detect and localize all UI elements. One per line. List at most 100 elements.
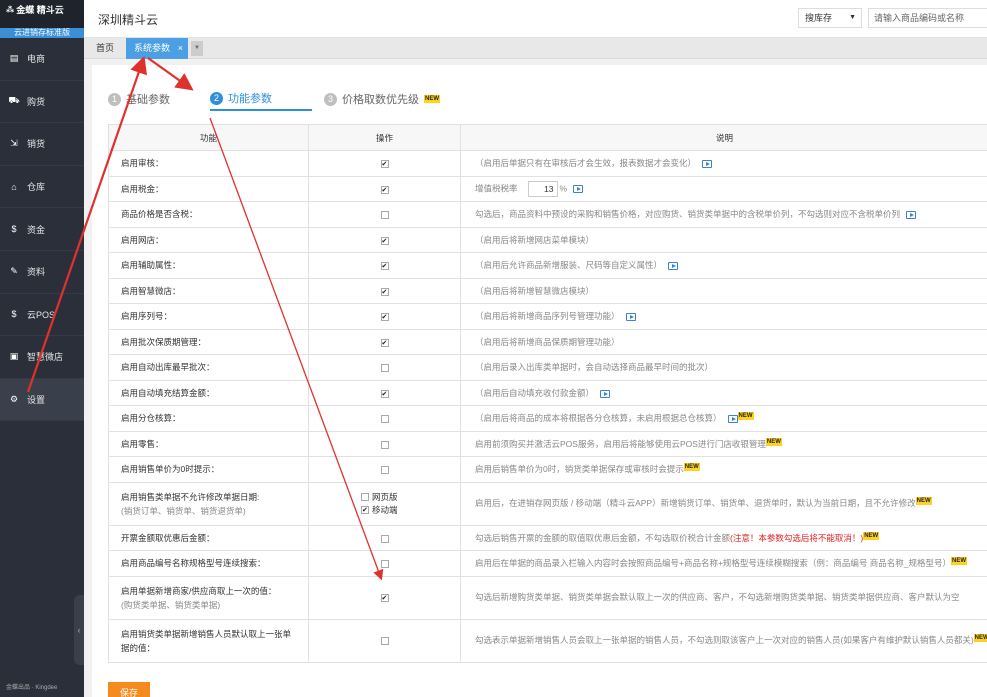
- operation-cell: [308, 201, 461, 228]
- video-icon[interactable]: [600, 389, 611, 398]
- function-label: 启用分仓核算：: [121, 413, 181, 424]
- description-cell: 启用后在单据的商品录入栏输入内容时会按照商品编号+商品名称+规格型号连续模糊搜索…: [460, 550, 987, 577]
- table-row: 商品价格是否含税： 勾选后，商品资料中预设的采购和销售价格，对应购货、销货类单据中…: [108, 201, 987, 228]
- checkbox[interactable]: [380, 211, 389, 219]
- description-text: 勾选后销售开票的金额的取值取优惠后金额，不勾选取价税合计金额: [475, 532, 731, 543]
- function-cell: 启用税金：: [108, 175, 309, 202]
- sidebar-item-label: 购货: [27, 96, 46, 107]
- table-row: 开票金额取优惠后金额： 勾选后销售开票的金额的取值取优惠后金额，不勾选取价税合计金…: [108, 524, 987, 551]
- checkbox[interactable]: [380, 338, 389, 347]
- function-cell: 启用智慧微店：: [108, 277, 309, 304]
- column-header-operation: 操作: [308, 124, 461, 151]
- table-row: 启用智慧微店： （启用后将新增智慧微店模块）: [108, 277, 987, 304]
- function-label: 启用销售单价为0时提示：: [121, 464, 220, 475]
- checkbox[interactable]: [380, 637, 389, 646]
- table-row: 启用辅助属性： （启用后允许商品新增服装、尺码等自定义属性）: [108, 252, 987, 279]
- new-badge: NEW: [973, 634, 987, 642]
- function-cell: 启用商品编号名称规格型号连续搜索：: [108, 550, 309, 577]
- description-text: 启用后在单据的商品录入栏输入内容时会按照商品编号+商品名称+规格型号连续模糊搜索…: [475, 558, 952, 569]
- sidebar-item-0[interactable]: ▤ 电商: [0, 38, 84, 81]
- checkbox[interactable]: [361, 506, 369, 514]
- checkbox[interactable]: [380, 287, 389, 296]
- save-button[interactable]: 保存: [108, 682, 150, 697]
- video-icon[interactable]: [625, 313, 636, 321]
- checkbox[interactable]: [380, 389, 389, 398]
- operation-cell: [308, 456, 461, 483]
- sidebar-item-6[interactable]: $ 云POS: [0, 294, 84, 337]
- tax-label: 增值税税率: [475, 183, 518, 193]
- function-label: 启用自动填充结算金额：: [121, 387, 215, 398]
- sidebar-item-7[interactable]: ▣ 智慧微店: [0, 336, 84, 379]
- checkbox[interactable]: [380, 313, 389, 321]
- checkbox[interactable]: [380, 364, 389, 372]
- description-text: 启用后，在进销存网页版 / 移动端（精斗云APP）新增销货订单、销货单、退货单时…: [475, 498, 916, 508]
- sidebar-item-3[interactable]: ⌂ 仓库: [0, 166, 84, 209]
- checkbox[interactable]: [380, 534, 389, 543]
- function-label: 商品价格是否含税：: [121, 209, 198, 220]
- checkbox[interactable]: [380, 262, 389, 270]
- operation-cell: [308, 430, 461, 457]
- description-text: （启用后将新增商品保质期管理功能）: [475, 336, 620, 347]
- video-icon[interactable]: [668, 262, 679, 270]
- tax-rate-input[interactable]: 13: [527, 180, 558, 197]
- warning-text: (注意！本参数勾选后将不能取消！): [730, 532, 864, 543]
- checkbox[interactable]: [380, 560, 389, 568]
- video-icon[interactable]: [906, 211, 917, 219]
- content-area: 1 基础参数 2 功能参数 3 价格取数优先级 NEW 功能 操作 说明 启用审核： （启…: [84, 59, 987, 697]
- step-tabs: 1 基础参数 2 功能参数 3 价格取数优先级 NEW: [108, 87, 808, 111]
- company-name: 深圳精斗云: [98, 13, 159, 27]
- step-label: 功能参数: [228, 93, 272, 105]
- close-icon[interactable]: ×: [178, 38, 183, 59]
- function-cell: 启用序列号：: [108, 303, 309, 330]
- video-icon[interactable]: [573, 184, 584, 193]
- function-cell: 启用销货类单据新增销售人员默认取上一张单据的值：: [108, 618, 309, 663]
- search-type-select[interactable]: 搜库存 ▼: [798, 8, 862, 28]
- checkbox[interactable]: [361, 493, 369, 501]
- option-label: 网页版: [372, 491, 398, 502]
- sidebar-item-2[interactable]: ⇲ 销货: [0, 123, 84, 166]
- tab-more-icon[interactable]: ▼: [191, 41, 203, 56]
- new-badge: NEW: [915, 497, 932, 505]
- checkbox[interactable]: [380, 160, 389, 168]
- step-label: 价格取数优先级: [342, 94, 419, 106]
- description-cell: 勾选表示单据新增销售人员会取上一张单据的销售人员，不勾选则取该客户上一次对应的销…: [460, 618, 987, 663]
- operation-cell: [308, 175, 461, 202]
- gear-icon: ⚙: [9, 394, 19, 405]
- description-cell: （启用后录入出库类单据时，会自动选择商品最早时间的批次）: [460, 354, 987, 381]
- checkbox[interactable]: [380, 185, 389, 194]
- operation-cell: [308, 405, 461, 432]
- step-price-priority[interactable]: 3 价格取数优先级 NEW: [324, 87, 440, 111]
- function-label: 启用单据新增商家/供应商取上一次的值：: [121, 585, 277, 596]
- search-input[interactable]: 请输入商品编码或名称: [868, 8, 987, 28]
- tab-home[interactable]: 首页: [88, 38, 122, 59]
- sidebar-item-5[interactable]: ✎ 资料: [0, 251, 84, 294]
- operation-cell: [308, 575, 461, 620]
- checkbox[interactable]: [380, 594, 389, 603]
- video-icon[interactable]: [727, 415, 738, 423]
- sidebar-item-1[interactable]: ⛟ 购货: [0, 81, 84, 124]
- sidebar-item-4[interactable]: $ 资金: [0, 208, 84, 251]
- table-row: 启用零售： 启用前须购买并激活云POS服务，启用后将能够使用云POS进行门店收银管…: [108, 430, 987, 457]
- logo: ⁂ 金蝶 精斗云: [0, 0, 84, 28]
- operation-cell: [308, 328, 461, 355]
- operation-cell: [308, 277, 461, 304]
- step-function-params[interactable]: 2 功能参数: [210, 87, 312, 111]
- step-basic-params[interactable]: 1 基础参数: [108, 87, 170, 111]
- function-cell: 商品价格是否含税：: [108, 201, 309, 228]
- collapse-sidebar-icon[interactable]: ‹: [74, 595, 84, 665]
- tab-system-params[interactable]: 系统参数 ×: [126, 38, 189, 59]
- checkbox[interactable]: [380, 236, 389, 245]
- sidebar-item-label: 销货: [27, 139, 46, 150]
- operation-cell: [308, 524, 461, 551]
- checkbox[interactable]: [380, 415, 389, 423]
- logo-icon: ⁂: [6, 5, 14, 14]
- checkbox[interactable]: [380, 440, 389, 449]
- description-text: 勾选后新增购货类单据、销货类单据会默认取上一次的供应商、客户，不勾选新增购货类单…: [475, 592, 960, 602]
- table-row: 启用销货类单据新增销售人员默认取上一张单据的值： 勾选表示单据新增销售人员会取上一…: [108, 618, 987, 663]
- function-label: 启用网店：: [121, 234, 164, 245]
- sidebar-item-8[interactable]: ⚙ 设置: [0, 378, 84, 422]
- description-text: （启用后将新增智慧微店模块）: [475, 285, 595, 296]
- checkbox[interactable]: [380, 466, 389, 474]
- sidebar: ⁂ 金蝶 精斗云 云进销存标准版 ▤ 电商 ⛟ 购货 ⇲ 销货 ⌂ 仓库 $ 资金 ✎ 资料 $ 云POS ▣…: [0, 0, 84, 697]
- video-icon[interactable]: [702, 160, 713, 168]
